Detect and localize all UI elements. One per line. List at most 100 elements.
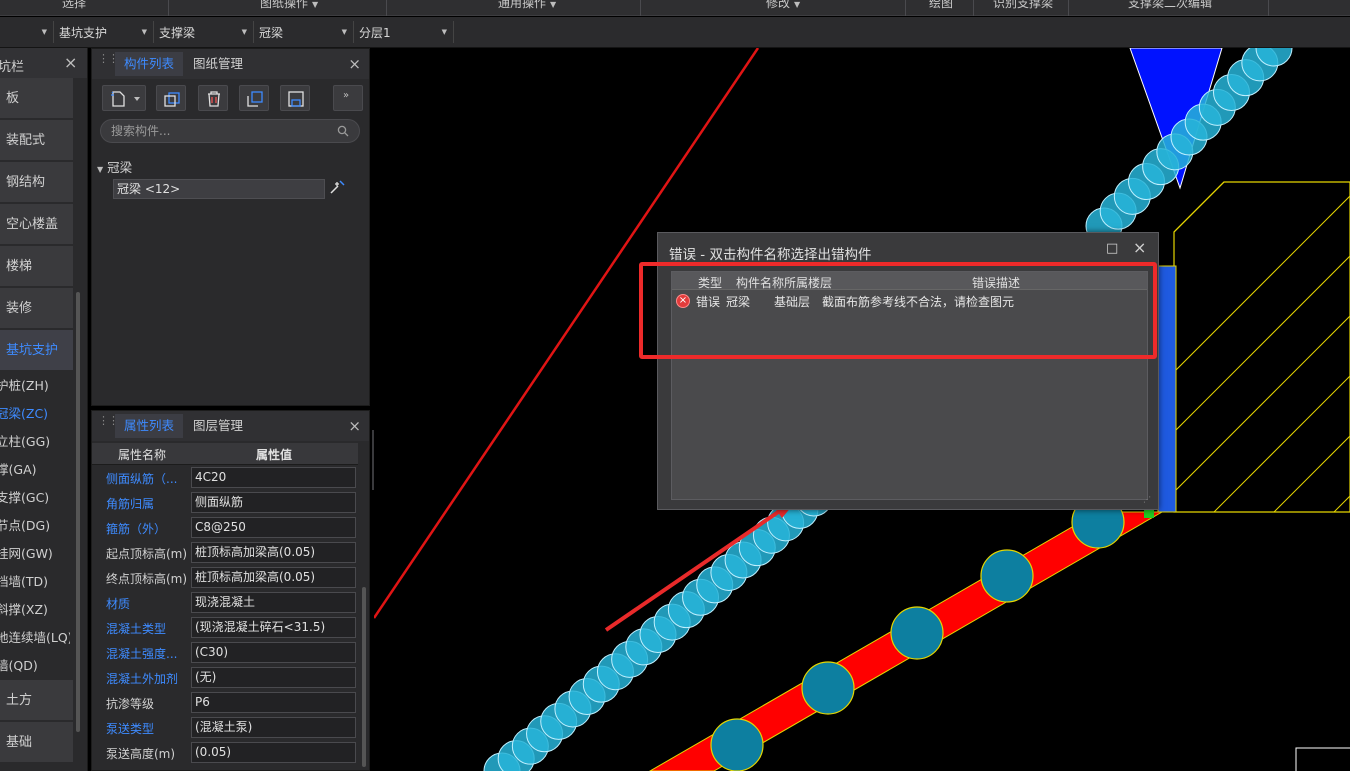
property-value[interactable]: 侧面纵筋 [191,492,356,513]
more-tools-button[interactable]: » [333,85,363,111]
close-icon[interactable]: × [348,55,361,73]
property-value[interactable]: 4C20 [191,467,356,488]
property-row[interactable]: 角筋归属 侧面纵筋 [92,491,358,516]
property-name: 混凝土强度... [106,647,178,661]
ribbon-group-drawing-ops[interactable]: 图纸操作 ▼ [260,0,318,10]
nav-item-column[interactable]: 立柱(GG) [0,428,70,456]
ribbon-group-common-ops[interactable]: 通用操作 ▼ [498,0,556,10]
new-component-button[interactable] [102,85,146,111]
property-row[interactable]: 泵送类型 (混凝土泵) [92,716,358,741]
nav-item-pile[interactable]: 护桩(ZH) [0,372,70,400]
nav-category-decoration[interactable]: 装修 [0,288,73,329]
nav-category-hollow-floor[interactable]: 空心楼盖 [0,204,73,245]
save-template-button[interactable] [280,85,310,111]
property-value[interactable]: P6 [191,692,356,713]
chevron-down-icon: ▼ [312,0,319,9]
property-row[interactable]: 箍筋（外） C8@250 [92,516,358,541]
nav-item-crown-beam[interactable]: 冠梁(ZC) [0,400,70,428]
nav-item-diagonal[interactable]: 斜撑(XZ) [0,596,70,624]
property-value[interactable]: (现浇混凝土碎石<31.5) [191,617,356,638]
property-table-header: 属性名称 属性值 [92,443,358,465]
nav-category-stairs[interactable]: 楼梯 [0,246,73,287]
viewcube-frame[interactable] [1295,747,1350,771]
property-value[interactable]: 桩顶标高加梁高(0.05) [191,567,356,588]
pile-large[interactable] [801,661,855,715]
component-select[interactable]: 冠梁 ▼ [255,21,354,43]
component-list-panel: ⋮⋮ 构件列表 图纸管理 × » 搜索构件... ▼ 冠梁 冠梁 <12> [91,48,370,406]
close-icon[interactable]: × [64,53,77,72]
tab-layer-manager[interactable]: 图层管理 [184,414,252,438]
pick-component-icon[interactable] [328,179,346,197]
category-select[interactable]: 基坑支护 ▼ [55,21,154,43]
property-row[interactable]: 终点顶标高(m) 桩顶标高加梁高(0.05) [92,566,358,591]
property-row[interactable]: 混凝土外加剂 (无) [92,666,358,691]
property-row[interactable]: 泵送高度(m) (0.05) [92,741,358,766]
nav-title: 坑栏 [0,60,25,75]
nav-item-diaphragm-wall[interactable]: 地连续墙(LQ) [0,624,70,652]
dialog-title: 错误 - 双击构件名称选择出错构件 [669,247,872,263]
chevron-down-icon: ▼ [341,28,347,36]
nav-category-earthwork[interactable]: 土方 [0,680,73,721]
property-row[interactable]: 抗渗等级 P6 [92,691,358,716]
copy-to-floor-button[interactable] [239,85,269,111]
property-value[interactable]: (混凝土泵) [191,717,356,738]
left-nav-panel: 坑栏 × 板 装配式 钢结构 空心楼盖 楼梯 装修 基坑支护 护桩(ZH) 冠梁… [0,48,88,771]
property-row[interactable]: 混凝土强度... (C30) [92,641,358,666]
property-value[interactable]: (无) [191,667,356,688]
nav-category-slab[interactable]: 板 [0,78,73,119]
property-row[interactable]: 起点顶标高(m) 桩顶标高加梁高(0.05) [92,541,358,566]
ribbon-group-modify[interactable]: 修改 ▼ [766,0,800,10]
tree-group-crown-beam[interactable]: ▼ 冠梁 [97,157,132,176]
chevron-down-icon: ▼ [441,28,447,36]
pile-large[interactable] [710,718,764,771]
nav-category-steel[interactable]: 钢结构 [0,162,73,203]
type-select[interactable]: 支撑梁 ▼ [155,21,254,43]
nav-scrollbar[interactable] [76,292,80,732]
copy-component-button[interactable] [156,85,186,111]
tree-item-crown-beam[interactable]: 冠梁 <12> [113,179,325,199]
pile-large[interactable] [890,606,944,660]
ribbon-group-draw[interactable]: 绘图 [929,0,953,10]
ribbon-group-identify-support[interactable]: 识别支撑梁 [993,0,1053,10]
close-icon[interactable]: × [348,417,361,435]
ribbon-group-support-edit[interactable]: 支撑梁二次编辑 [1128,0,1212,10]
nav-item-support[interactable]: 支撑(GC) [0,484,70,512]
trash-icon [208,91,220,107]
pile-large[interactable] [980,549,1034,603]
delete-component-button[interactable] [198,85,228,111]
nav-category-pit-support[interactable]: 基坑支护 [0,330,73,371]
property-row[interactable]: 材质 现浇混凝土 [92,591,358,616]
property-value[interactable]: (0.05) [191,742,356,763]
column-header-name: 属性名称 [118,448,167,462]
new-file-icon [111,91,140,107]
property-value[interactable]: 桩顶标高加梁高(0.05) [191,542,356,563]
property-row[interactable]: 混凝土类型 (现浇混凝土碎石<31.5) [92,616,358,641]
nav-item-ga[interactable]: 撑(GA) [0,456,70,484]
nav-item-mesh[interactable]: 挂网(GW) [0,540,70,568]
ribbon-separator [640,0,641,16]
property-row[interactable]: 侧面纵筋（... 4C20 [92,466,358,491]
close-icon[interactable]: × [1133,238,1146,257]
floor-select[interactable]: ▼ [0,21,54,43]
property-value[interactable]: C8@250 [191,517,356,538]
tab-component-list[interactable]: 构件列表 [115,52,184,76]
layer-select[interactable]: 分层1 ▼ [355,21,454,43]
tab-property-list[interactable]: 属性列表 [115,414,184,438]
support-strip[interactable] [1157,265,1177,513]
property-scrollbar[interactable] [362,587,366,767]
nav-item-qd[interactable]: 墙(QD) [0,652,70,680]
property-value[interactable]: 现浇混凝土 [191,592,356,613]
property-name: 角筋归属 [106,497,155,511]
nav-category-prefab[interactable]: 装配式 [0,120,73,161]
nav-item-retaining-wall[interactable]: 挡墙(TD) [0,568,70,596]
search-input[interactable] [100,119,360,143]
property-value[interactable]: (C30) [191,642,356,663]
resize-grip-icon[interactable]: ⋰ [1143,495,1151,504]
maximize-icon[interactable]: □ [1106,241,1118,256]
search-icon[interactable] [337,125,349,137]
ribbon-group-select[interactable]: 选择 [62,0,86,10]
nav-item-node[interactable]: 节点(DG) [0,512,70,540]
chevron-down-icon: ▼ [241,28,247,36]
tab-drawing-manager[interactable]: 图纸管理 [184,52,252,76]
nav-category-foundation[interactable]: 基础 [0,722,73,763]
